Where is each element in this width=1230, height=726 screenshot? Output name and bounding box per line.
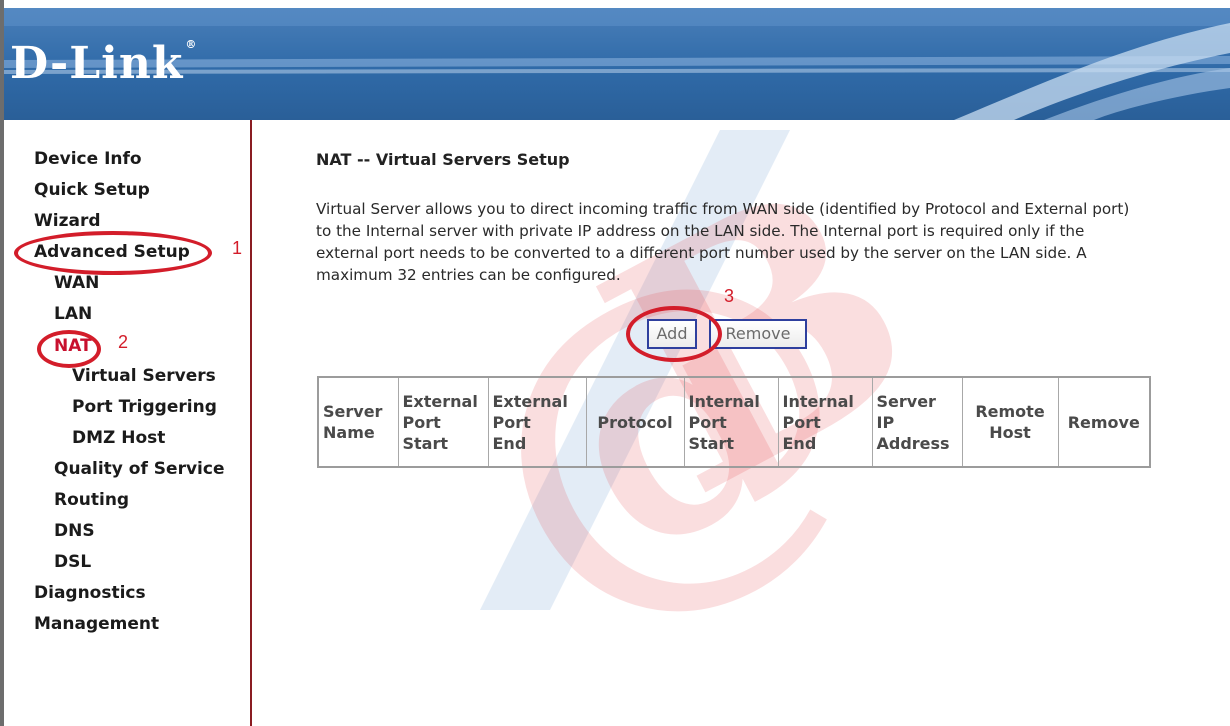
sidebar-item-diagnostics[interactable]: Diagnostics xyxy=(34,583,146,603)
sidebar-item-device-info[interactable]: Device Info xyxy=(34,149,142,169)
sidebar-item-wan[interactable]: WAN xyxy=(54,273,99,293)
col-server-ip-address: Server IP Address xyxy=(871,376,963,468)
sidebar-item-port-triggering[interactable]: Port Triggering xyxy=(72,397,217,417)
sidebar-item-lan[interactable]: LAN xyxy=(54,304,92,324)
virtual-servers-table: Server Name External Port Start External Por… xyxy=(317,376,1151,468)
annotation-circle-nat xyxy=(37,330,101,368)
sidebar-item-wizard[interactable]: Wizard xyxy=(34,211,101,231)
col-remove: Remove xyxy=(1057,376,1151,468)
dlink-logo: D-Link ® xyxy=(10,38,198,89)
annotation-number-2: 2 xyxy=(118,332,129,352)
sidebar-item-quality-of-service[interactable]: Quality of Service xyxy=(54,459,224,479)
sidebar-item-management[interactable]: Management xyxy=(34,614,159,634)
page-title: NAT -- Virtual Servers Setup xyxy=(316,150,570,169)
col-protocol: Protocol xyxy=(585,376,685,468)
col-external-port-end: External Port End xyxy=(487,376,587,468)
sidebar-item-dmz-host[interactable]: DMZ Host xyxy=(72,428,165,448)
annotation-circle-add xyxy=(626,306,722,362)
annotation-circle-advanced-setup xyxy=(14,231,212,275)
sidebar-item-quick-setup[interactable]: Quick Setup xyxy=(34,180,150,200)
annotation-number-3: 3 xyxy=(724,286,735,306)
col-internal-port-end: Internal Port End xyxy=(777,376,873,468)
annotation-number-1: 1 xyxy=(232,238,243,258)
page-description: Virtual Server allows you to direct inco… xyxy=(316,200,1130,284)
sidebar-item-dsl[interactable]: DSL xyxy=(54,552,91,572)
remove-button[interactable]: Remove xyxy=(709,319,807,349)
sidebar-item-virtual-servers[interactable]: Virtual Servers xyxy=(72,366,216,386)
header-banner: D-Link ® xyxy=(4,8,1230,120)
sidebar-item-routing[interactable]: Routing xyxy=(54,490,129,510)
col-external-port-start: External Port Start xyxy=(397,376,489,468)
col-remote-host: Remote Host xyxy=(961,376,1059,468)
col-server-name: Server Name xyxy=(317,376,399,468)
table-header-row: Server Name External Port Start External Por… xyxy=(317,376,1151,468)
col-internal-port-start: Internal Port Start xyxy=(683,376,779,468)
sidebar-item-dns[interactable]: DNS xyxy=(54,521,95,541)
